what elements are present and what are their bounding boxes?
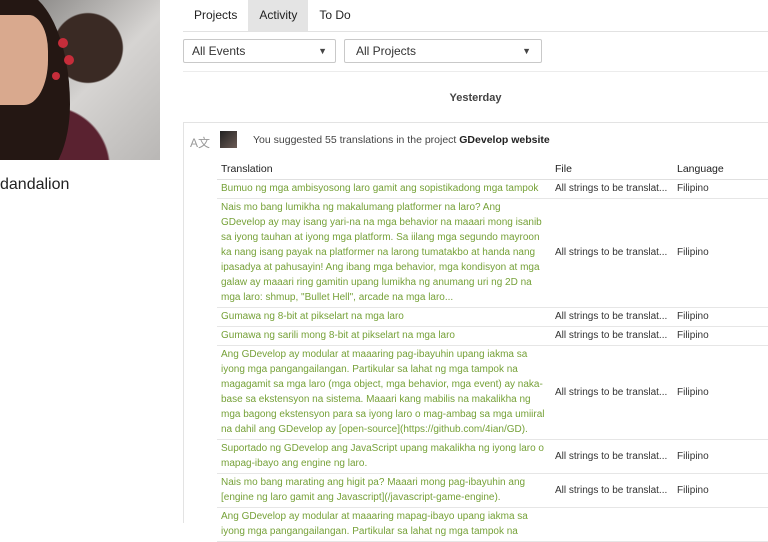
- table-row: Ang GDevelop ay modular at maaaring pag-…: [217, 345, 768, 440]
- file-cell: [551, 507, 673, 542]
- tab-projects[interactable]: Projects: [183, 0, 248, 31]
- events-filter-value: All Events: [192, 44, 246, 58]
- table-row: Nais mo bang marating ang higit pa? Maaa…: [217, 473, 768, 508]
- file-cell: All strings to be translat...: [551, 439, 673, 474]
- tab-activity[interactable]: Activity: [248, 0, 309, 31]
- table-row: Nais mo bang lumikha ng makalumang platf…: [217, 198, 768, 308]
- projects-filter-select[interactable]: All Projects ▼: [344, 39, 542, 63]
- translation-link[interactable]: Gumawa ng sarili mong 8-bit at pikselart…: [217, 326, 551, 346]
- translation-link[interactable]: Suportado ng GDevelop ang JavaScript upa…: [217, 439, 551, 474]
- profile-name: dandalion: [0, 176, 70, 193]
- table-row: Ang GDevelop ay modular at maaaring mapa…: [217, 507, 768, 542]
- avatar: [220, 131, 237, 148]
- translation-link[interactable]: Gumawa ng 8-bit at pikselart na mga laro: [217, 307, 551, 327]
- projects-filter-value: All Projects: [356, 44, 417, 58]
- table-row: Gumawa ng 8-bit at pikselart na mga laro…: [217, 307, 768, 327]
- translation-link[interactable]: Nais mo bang marating ang higit pa? Maaa…: [217, 473, 551, 508]
- table-header-row: Translation File Language: [217, 160, 768, 180]
- tab-todo[interactable]: To Do: [308, 0, 361, 31]
- profile-photo: [0, 0, 160, 160]
- file-cell: All strings to be translat...: [551, 345, 673, 440]
- language-cell: Filipino: [673, 198, 768, 308]
- caret-down-icon: ▼: [318, 46, 327, 56]
- file-cell: All strings to be translat...: [551, 179, 673, 199]
- language-cell: [673, 507, 768, 542]
- table-row: Bumuo ng mga ambisyosong laro gamit ang …: [217, 179, 768, 199]
- file-cell: All strings to be translat...: [551, 326, 673, 346]
- events-filter-select[interactable]: All Events ▼: [183, 39, 336, 63]
- column-header-language: Language: [673, 160, 768, 180]
- file-cell: All strings to be translat...: [551, 307, 673, 327]
- day-header: Yesterday: [449, 92, 502, 104]
- translations-table: Translation File Language Bumuo ng mga a…: [217, 160, 768, 542]
- table-row: Suportado ng GDevelop ang JavaScript upa…: [217, 439, 768, 474]
- caret-down-icon: ▼: [522, 46, 531, 56]
- profile-tabs: Projects Activity To Do: [183, 0, 362, 31]
- file-cell: All strings to be translat...: [551, 473, 673, 508]
- activity-summary: You suggested 55 translations in the pro…: [253, 134, 550, 146]
- filters-divider: [183, 71, 768, 72]
- language-cell: Filipino: [673, 473, 768, 508]
- language-cell: Filipino: [673, 345, 768, 440]
- table-row: Gumawa ng sarili mong 8-bit at pikselart…: [217, 326, 768, 346]
- project-link[interactable]: GDevelop website: [459, 134, 549, 146]
- language-cell: Filipino: [673, 307, 768, 327]
- translation-link[interactable]: Nais mo bang lumikha ng makalumang platf…: [217, 198, 551, 308]
- language-cell: Filipino: [673, 326, 768, 346]
- translation-link[interactable]: Bumuo ng mga ambisyosong laro gamit ang …: [217, 179, 551, 199]
- translation-link[interactable]: Ang GDevelop ay modular at maaaring pag-…: [217, 345, 551, 440]
- language-cell: Filipino: [673, 439, 768, 474]
- file-cell: All strings to be translat...: [551, 198, 673, 308]
- column-header-file: File: [551, 160, 673, 180]
- translate-icon: A文: [190, 136, 211, 150]
- column-header-translation: Translation: [217, 160, 551, 180]
- translation-link[interactable]: Ang GDevelop ay modular at maaaring mapa…: [217, 507, 551, 542]
- language-cell: Filipino: [673, 179, 768, 199]
- summary-text: You suggested 55 translations in the pro…: [253, 134, 457, 146]
- tabs-divider: [183, 31, 768, 32]
